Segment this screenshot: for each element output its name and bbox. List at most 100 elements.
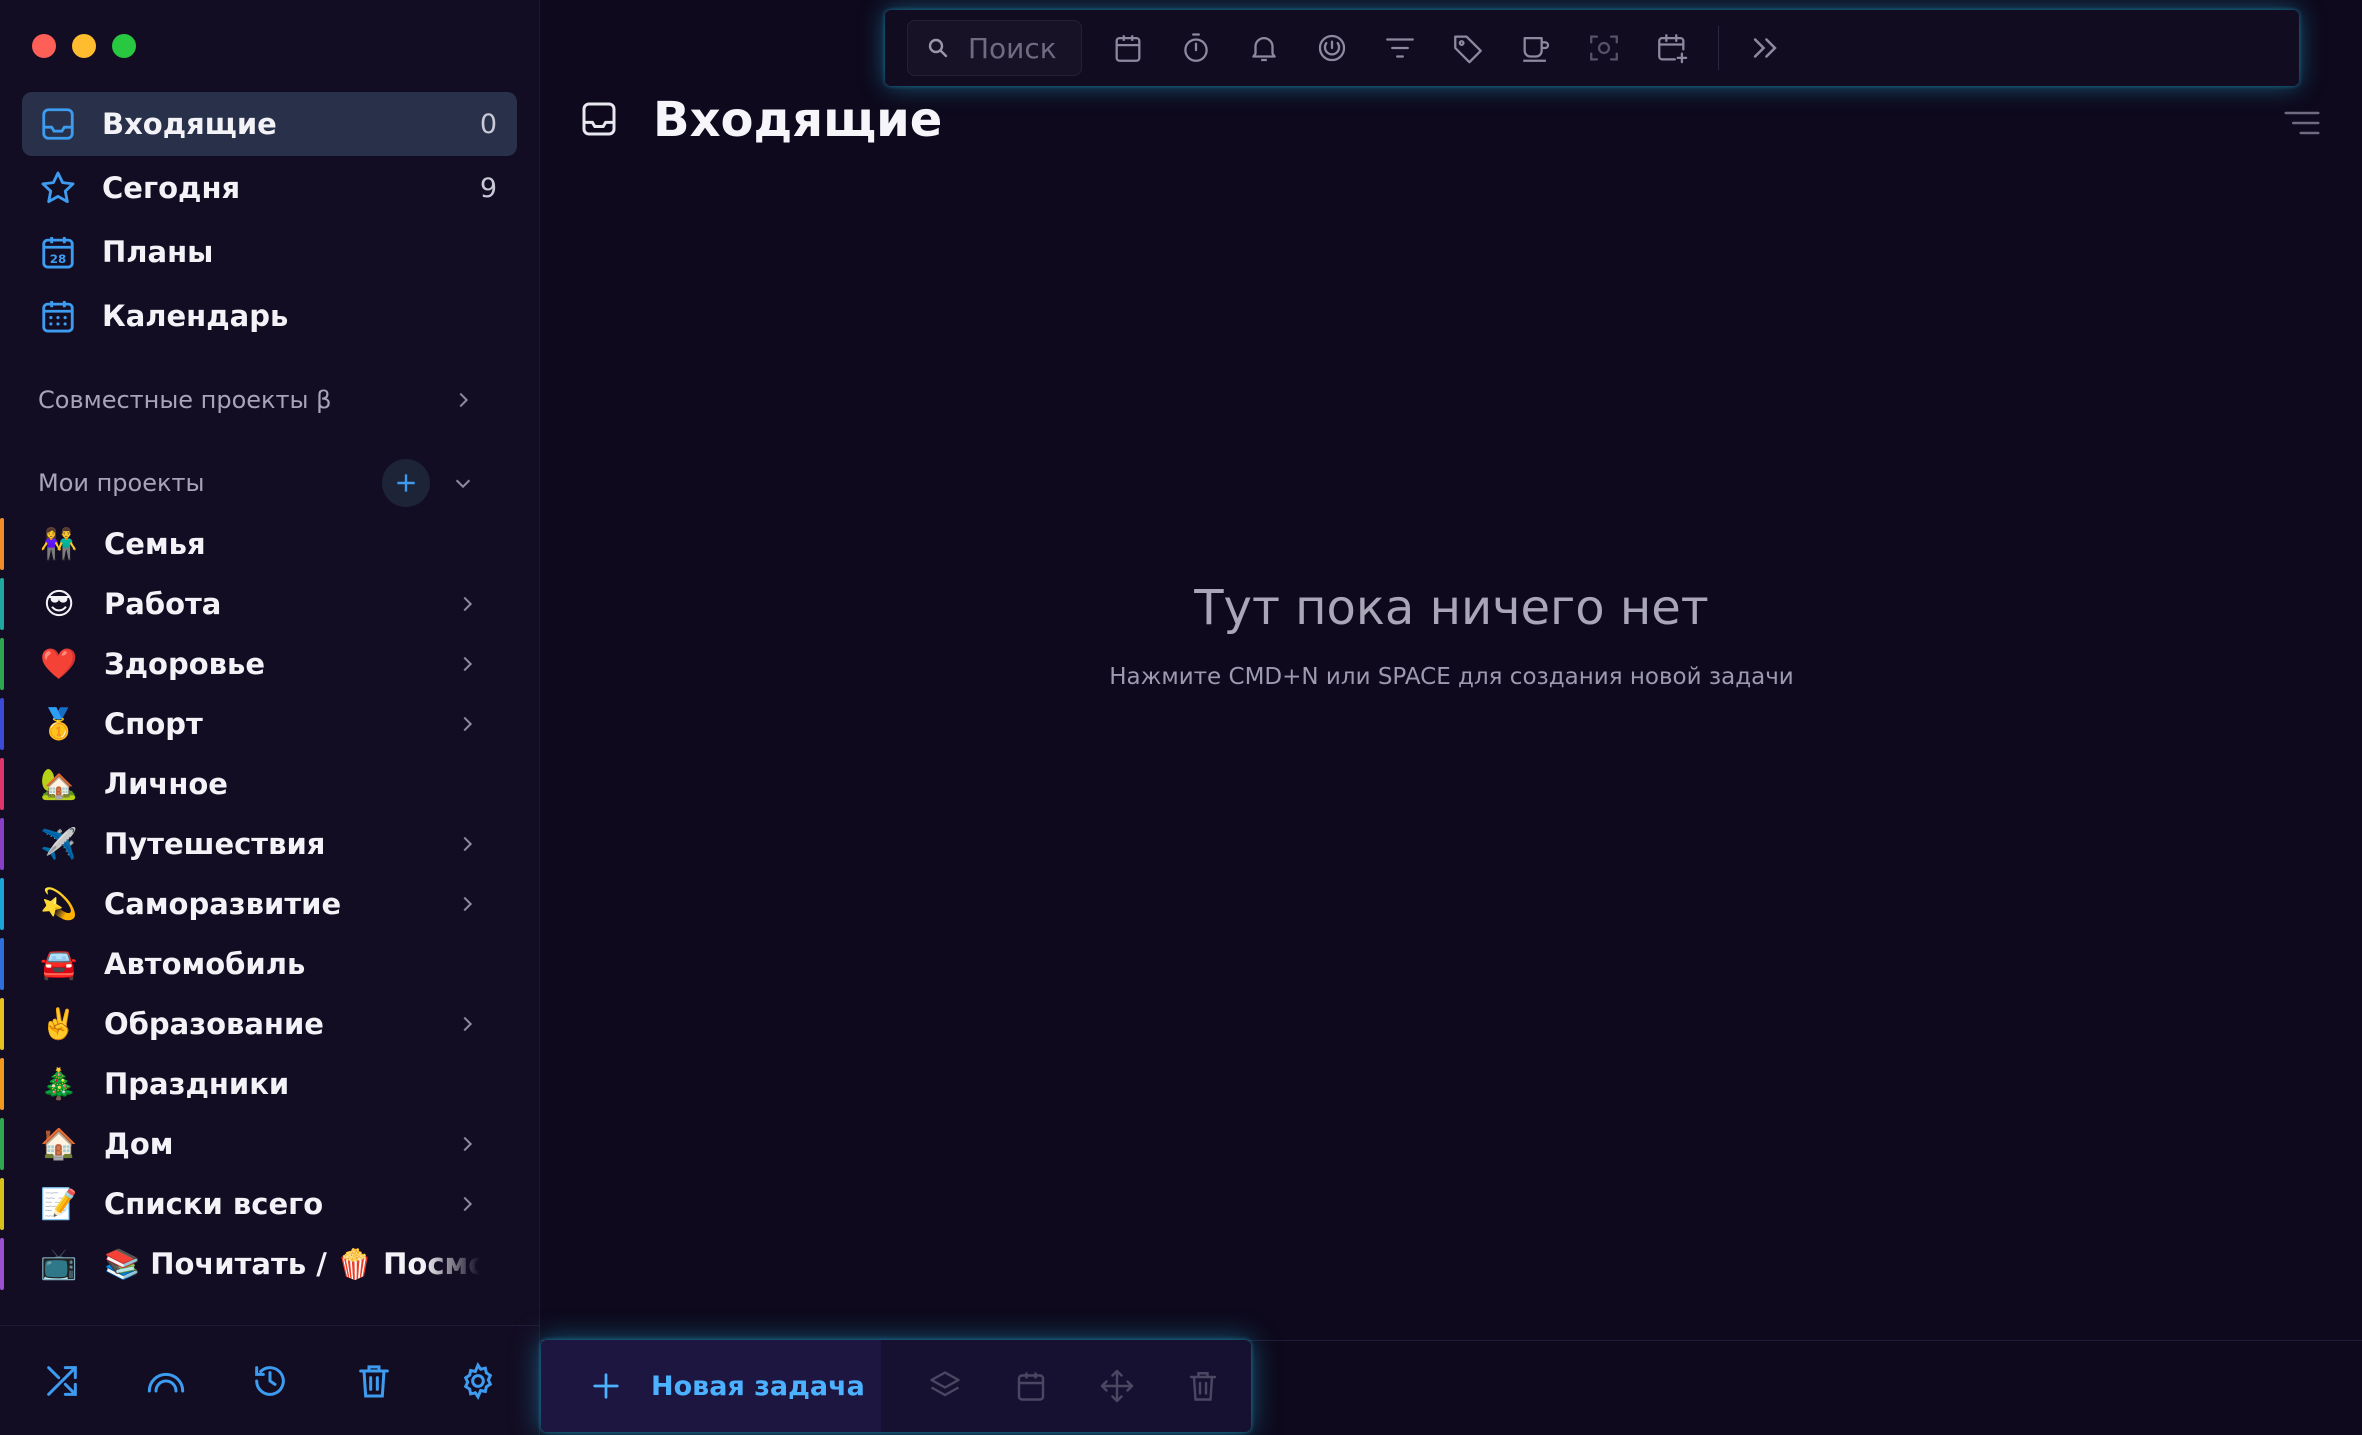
- sidebar-bottom-tools: [0, 1325, 540, 1435]
- project-item[interactable]: 😎 Работа: [0, 574, 540, 634]
- screenshot-icon[interactable]: [1582, 26, 1626, 70]
- project-label: Образование: [104, 1007, 324, 1041]
- project-list: 👫 Семья 😎 Работа ❤️ Здоровье 🥇 Спорт 🏡 Личное ✈️ Пу…: [0, 514, 540, 1294]
- plus-icon: [593, 1373, 619, 1399]
- chevron-right-icon[interactable]: [452, 829, 482, 859]
- project-item[interactable]: ❤️ Здоровье: [0, 634, 540, 694]
- project-item[interactable]: 📝 Списки всего: [0, 1174, 540, 1234]
- new-task-panel: Новая задача: [541, 1340, 1251, 1432]
- empty-state: Тут пока ничего нет Нажмите CMD+N или SP…: [541, 580, 2362, 690]
- empty-state-subtitle: Нажмите CMD+N или SPACE для создания нов…: [1109, 664, 1794, 690]
- expand-icon[interactable]: [1743, 26, 1787, 70]
- project-item[interactable]: 🎄 Праздники: [0, 1054, 540, 1114]
- project-emoji-icon: 🚘: [40, 946, 78, 982]
- project-emoji-icon: ❤️: [40, 646, 78, 682]
- chevron-down-icon[interactable]: [448, 468, 478, 498]
- sidebar-item-calendar[interactable]: Календарь: [22, 284, 517, 348]
- new-task-label: Новая задача: [651, 1370, 865, 1402]
- window-controls: [32, 34, 136, 58]
- project-item[interactable]: 📺 📚 Почитать / 🍿 Посмотреть: [0, 1234, 540, 1294]
- inbox-icon: [579, 99, 621, 141]
- trash-icon[interactable]: [352, 1359, 396, 1403]
- project-color-bar: [0, 1058, 4, 1110]
- project-item[interactable]: 👫 Семья: [0, 514, 540, 574]
- shared-projects-label: Совместные проекты β: [38, 386, 332, 414]
- calendar-icon[interactable]: [1106, 26, 1150, 70]
- project-item[interactable]: 🥇 Спорт: [0, 694, 540, 754]
- trash-icon[interactable]: [1181, 1364, 1225, 1408]
- inbox-count: 0: [479, 108, 497, 140]
- chevron-right-icon[interactable]: [452, 1189, 482, 1219]
- shuffle-icon[interactable]: [40, 1359, 84, 1403]
- project-color-bar: [0, 698, 4, 750]
- search-input[interactable]: Поиск: [907, 20, 1082, 76]
- project-label: Путешествия: [104, 827, 326, 861]
- tag-icon[interactable]: [1446, 26, 1490, 70]
- project-label: Праздники: [104, 1067, 290, 1101]
- move-icon[interactable]: [1095, 1364, 1139, 1408]
- sort-icon[interactable]: [2282, 108, 2322, 138]
- focus-icon[interactable]: [1310, 26, 1354, 70]
- project-item[interactable]: 💫 Саморазвитие: [0, 874, 540, 934]
- calendar-icon[interactable]: [1009, 1364, 1053, 1408]
- project-item[interactable]: 🏡 Личное: [0, 754, 540, 814]
- history-icon[interactable]: [248, 1359, 292, 1403]
- filter-icon[interactable]: [1378, 26, 1422, 70]
- chevron-right-icon[interactable]: [452, 649, 482, 679]
- project-label: Работа: [104, 587, 222, 621]
- project-label: Саморазвитие: [104, 887, 342, 921]
- project-color-bar: [0, 1238, 4, 1290]
- project-item[interactable]: ✌️ Образование: [0, 994, 540, 1054]
- sidebar-item-label: Сегодня: [102, 171, 241, 205]
- project-color-bar: [0, 878, 4, 930]
- my-projects-label: Мои проекты: [38, 469, 205, 497]
- project-label: Списки всего: [104, 1187, 324, 1221]
- chevron-right-icon[interactable]: [448, 385, 478, 415]
- add-project-button[interactable]: [382, 459, 430, 507]
- project-emoji-icon: 👫: [40, 526, 78, 562]
- sidebar-item-label: Календарь: [102, 299, 289, 333]
- empty-state-title: Тут пока ничего нет: [1194, 580, 1709, 636]
- chevron-right-icon[interactable]: [452, 889, 482, 919]
- my-projects-header: Мои проекты: [38, 458, 478, 508]
- timer-icon[interactable]: [1174, 26, 1218, 70]
- sidebar-item-inbox[interactable]: Входящие 0: [22, 92, 517, 156]
- chevron-right-icon[interactable]: [452, 709, 482, 739]
- project-label: Автомобиль: [104, 947, 306, 981]
- toolbar-divider: [1718, 26, 1719, 70]
- layers-icon[interactable]: [923, 1364, 967, 1408]
- project-item[interactable]: 🚘 Автомобиль: [0, 934, 540, 994]
- main-nav: Входящие 0 Сегодня 9 28 Планы Календарь: [22, 92, 517, 348]
- rainbow-icon[interactable]: [144, 1359, 188, 1403]
- gear-icon[interactable]: [456, 1359, 500, 1403]
- zoom-window-button[interactable]: [112, 34, 136, 58]
- minimize-window-button[interactable]: [72, 34, 96, 58]
- project-label: Дом: [104, 1127, 174, 1161]
- inbox-icon: [38, 104, 78, 144]
- close-window-button[interactable]: [32, 34, 56, 58]
- page-title: Входящие: [653, 92, 943, 148]
- project-label: 📚 Почитать / 🍿 Посмотреть: [104, 1246, 480, 1281]
- app-window: Входящие 0 Сегодня 9 28 Планы Календарь …: [0, 0, 2362, 1435]
- project-color-bar: [0, 518, 4, 570]
- project-item[interactable]: 🏠 Дом: [0, 1114, 540, 1174]
- sidebar-item-plans[interactable]: 28 Планы: [22, 220, 517, 284]
- calendar-grid-icon: [38, 296, 78, 336]
- sidebar-item-today[interactable]: Сегодня 9: [22, 156, 517, 220]
- project-emoji-icon: 🎄: [40, 1066, 78, 1102]
- project-label: Личное: [104, 767, 228, 801]
- search-icon: [928, 38, 948, 58]
- add-calendar-icon[interactable]: [1650, 26, 1694, 70]
- main-area: Входящие Тут пока ничего нет Нажмите CMD…: [541, 0, 2362, 1435]
- chevron-right-icon[interactable]: [452, 589, 482, 619]
- chevron-right-icon[interactable]: [452, 1009, 482, 1039]
- top-toolbar: Поиск: [885, 10, 2299, 86]
- chevron-right-icon[interactable]: [452, 1129, 482, 1159]
- project-color-bar: [0, 578, 4, 630]
- project-item[interactable]: ✈️ Путешествия: [0, 814, 540, 874]
- bell-icon[interactable]: [1242, 26, 1286, 70]
- project-color-bar: [0, 1118, 4, 1170]
- cup-icon[interactable]: [1514, 26, 1558, 70]
- new-task-button[interactable]: Новая задача: [541, 1340, 881, 1432]
- shared-projects-header[interactable]: Совместные проекты β: [38, 380, 478, 420]
